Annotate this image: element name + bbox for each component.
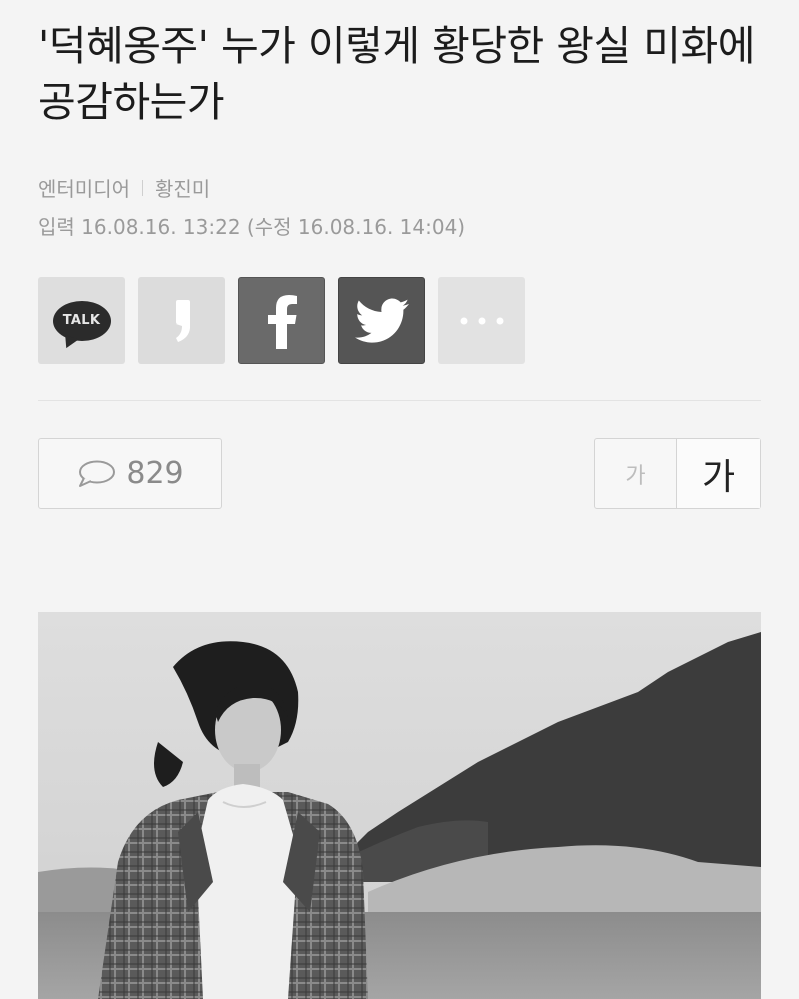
font-size-small-button[interactable]: 가 — [595, 439, 677, 508]
article-title: '덕혜옹주' 누가 이렇게 황당한 왕실 미화에 공감하는가 — [38, 22, 755, 126]
article-page: '덕혜옹주' 누가 이렇게 황당한 왕실 미화에 공감하는가 엔터미디어 황진미… — [0, 0, 799, 999]
comma-icon — [175, 299, 190, 342]
more-dots-icon — [460, 317, 503, 324]
kakaotalk-icon: TALK — [52, 300, 111, 341]
share-bar: TALK — [38, 277, 525, 364]
kakaotalk-label: TALK — [62, 313, 101, 328]
comment-count: 829 — [126, 456, 184, 491]
more-share-button[interactable] — [438, 277, 525, 364]
font-size-large-button[interactable]: 가 — [677, 439, 760, 508]
facebook-icon — [267, 294, 297, 349]
font-size-toggle: 가 가 — [594, 438, 761, 509]
author-name[interactable]: 황진미 — [155, 173, 210, 202]
source-name[interactable]: 엔터미디어 — [38, 173, 130, 202]
twitter-icon — [354, 298, 409, 343]
kakaotalk-share-button[interactable]: TALK — [38, 277, 125, 364]
byline: 엔터미디어 황진미 — [38, 173, 210, 202]
facebook-share-button[interactable] — [238, 277, 325, 364]
speech-bubble-icon — [79, 460, 116, 487]
article-dates: 입력 16.08.16. 13:22 (수정 16.08.16. 14:04) — [38, 215, 466, 239]
photo-icon — [38, 612, 761, 999]
kakaostory-share-button[interactable] — [138, 277, 225, 364]
article-photo — [38, 612, 761, 999]
comments-button[interactable]: 829 — [38, 438, 222, 509]
section-divider — [38, 400, 761, 401]
byline-divider — [142, 179, 143, 196]
twitter-share-button[interactable] — [338, 277, 425, 364]
